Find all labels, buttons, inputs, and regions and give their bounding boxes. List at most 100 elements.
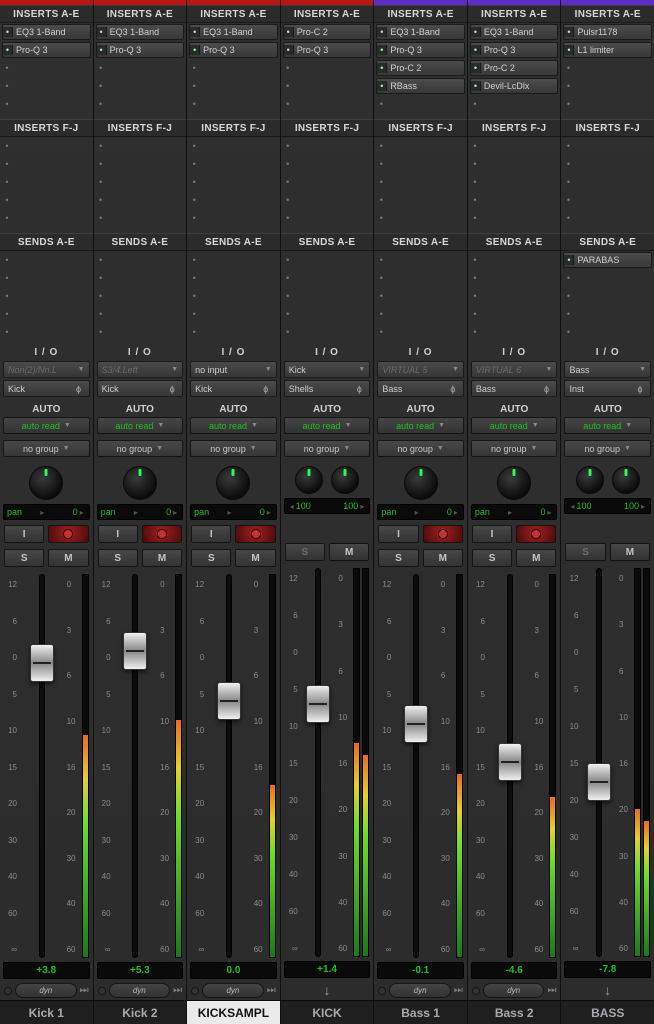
- group-selector[interactable]: no group▼: [471, 440, 558, 457]
- solo-button[interactable]: S: [98, 549, 138, 567]
- insert-slot-filled[interactable]: • Pulsr1178: [563, 24, 652, 40]
- auto-header[interactable]: AUTO: [187, 404, 280, 415]
- insert-slot-empty[interactable]: •: [563, 210, 652, 226]
- insert-slot-empty[interactable]: •: [283, 60, 372, 76]
- pan-display[interactable]: pan ▸ 0 ▸: [471, 504, 558, 520]
- fader-slot[interactable]: [299, 568, 338, 957]
- insert-slot-empty[interactable]: •: [376, 288, 465, 304]
- io-input-selector[interactable]: Bass▼: [564, 361, 651, 378]
- insert-slot-empty[interactable]: •: [470, 210, 559, 226]
- insert-slot-empty[interactable]: •: [96, 78, 185, 94]
- inserts-fj-header[interactable]: INSERTS F-J: [187, 119, 280, 137]
- playlist-icon[interactable]: ⏭: [547, 985, 556, 996]
- insert-slot-empty[interactable]: •: [563, 270, 652, 286]
- io-output-selector[interactable]: Kickϕ: [97, 380, 184, 397]
- inserts-fj-header[interactable]: INSERTS F-J: [561, 119, 654, 137]
- insert-slot-empty[interactable]: •: [96, 270, 185, 286]
- io-input-selector[interactable]: VIRTUAL 6▼: [471, 361, 558, 378]
- inserts-fj-header[interactable]: INSERTS F-J: [0, 119, 93, 137]
- mute-button[interactable]: M: [48, 549, 88, 567]
- auto-header[interactable]: AUTO: [468, 404, 561, 415]
- insert-slot-filled[interactable]: • Pro-Q 3: [2, 42, 91, 58]
- insert-slot-empty[interactable]: •: [563, 156, 652, 172]
- inserts-fj-header[interactable]: INSERTS F-J: [94, 119, 187, 137]
- insert-slot-empty[interactable]: •: [470, 324, 559, 340]
- track-name[interactable]: Kick 1: [0, 1000, 93, 1024]
- insert-slot-empty[interactable]: •: [2, 270, 91, 286]
- group-selector[interactable]: no group▼: [97, 440, 184, 457]
- insert-slot-empty[interactable]: •: [283, 174, 372, 190]
- inserts-ae-header[interactable]: INSERTS A-E: [0, 5, 93, 23]
- insert-slot-filled[interactable]: • Pro-Q 3: [96, 42, 185, 58]
- fader-track[interactable]: [507, 574, 513, 958]
- automation-mode-selector[interactable]: auto read▼: [284, 417, 371, 434]
- sends-ae-header[interactable]: SENDS A-E: [0, 233, 93, 251]
- insert-slot-empty[interactable]: •: [563, 96, 652, 112]
- io-header[interactable]: I / O: [377, 347, 464, 358]
- inserts-fj-header[interactable]: INSERTS F-J: [374, 119, 467, 137]
- phase-icon[interactable]: ϕ: [260, 384, 272, 394]
- mute-button[interactable]: M: [516, 549, 556, 567]
- auto-header[interactable]: AUTO: [374, 404, 467, 415]
- insert-slot-empty[interactable]: •: [283, 138, 372, 154]
- insert-slot-empty[interactable]: •: [2, 210, 91, 226]
- mute-button[interactable]: M: [423, 549, 463, 567]
- insert-slot-filled[interactable]: • Pro-C 2: [470, 60, 559, 76]
- io-input-selector[interactable]: S3/4.Left▼: [97, 361, 184, 378]
- record-arm-button[interactable]: [48, 525, 88, 543]
- insert-slot-empty[interactable]: •: [283, 96, 372, 112]
- record-arm-button[interactable]: [423, 525, 463, 543]
- insert-slot-empty[interactable]: •: [283, 192, 372, 208]
- automation-mode-selector[interactable]: auto read▼: [564, 417, 651, 434]
- phase-icon[interactable]: ϕ: [634, 384, 646, 394]
- sends-ae-header[interactable]: SENDS A-E: [561, 233, 654, 251]
- playlist-icon[interactable]: ⏭: [267, 985, 276, 996]
- phase-icon[interactable]: ϕ: [166, 384, 178, 394]
- insert-slot-empty[interactable]: •: [470, 138, 559, 154]
- io-output-selector[interactable]: Bassϕ: [471, 380, 558, 397]
- solo-button[interactable]: S: [378, 549, 418, 567]
- insert-slot-empty[interactable]: •: [2, 96, 91, 112]
- io-input-selector[interactable]: Kick▼: [284, 361, 371, 378]
- fader-slot[interactable]: [579, 568, 618, 957]
- input-monitor-button[interactable]: I: [472, 525, 512, 543]
- inserts-ae-header[interactable]: INSERTS A-E: [187, 5, 280, 23]
- sends-ae-header[interactable]: SENDS A-E: [468, 233, 561, 251]
- io-output-selector[interactable]: Instϕ: [564, 380, 651, 397]
- phase-icon[interactable]: ϕ: [353, 384, 365, 394]
- insert-slot-empty[interactable]: •: [96, 138, 185, 154]
- insert-slot-empty[interactable]: •: [189, 60, 278, 76]
- io-header[interactable]: I / O: [97, 347, 184, 358]
- io-output-selector[interactable]: Kickϕ: [190, 380, 277, 397]
- insert-slot-empty[interactable]: •: [2, 306, 91, 322]
- insert-slot-empty[interactable]: •: [563, 174, 652, 190]
- insert-slot-empty[interactable]: •: [376, 174, 465, 190]
- pan-left-knob[interactable]: [576, 466, 604, 494]
- insert-slot-empty[interactable]: •: [189, 96, 278, 112]
- group-selector[interactable]: no group▼: [3, 440, 90, 457]
- io-output-selector[interactable]: Kickϕ: [3, 380, 90, 397]
- insert-slot-empty[interactable]: •: [283, 210, 372, 226]
- insert-slot-filled[interactable]: • EQ3 1-Band: [189, 24, 278, 40]
- pan-knob[interactable]: [497, 466, 531, 500]
- solo-button[interactable]: S: [472, 549, 512, 567]
- track-name[interactable]: BASS: [561, 1000, 654, 1024]
- insert-slot-empty[interactable]: •: [470, 288, 559, 304]
- insert-slot-empty[interactable]: •: [376, 252, 465, 268]
- pan-display[interactable]: pan ▸ 0 ▸: [190, 504, 277, 520]
- fader-track[interactable]: [315, 568, 321, 957]
- inserts-ae-header[interactable]: INSERTS A-E: [94, 5, 187, 23]
- insert-slot-empty[interactable]: •: [189, 210, 278, 226]
- auto-header[interactable]: AUTO: [0, 404, 93, 415]
- insert-slot-empty[interactable]: •: [2, 78, 91, 94]
- track-name[interactable]: Bass 1: [374, 1000, 467, 1024]
- io-header[interactable]: I / O: [471, 347, 558, 358]
- insert-slot-empty[interactable]: •: [283, 324, 372, 340]
- pan-left-knob[interactable]: [295, 466, 323, 494]
- group-selector[interactable]: no group▼: [377, 440, 464, 457]
- insert-slot-empty[interactable]: •: [2, 138, 91, 154]
- insert-slot-empty[interactable]: •: [376, 138, 465, 154]
- down-arrow-icon[interactable]: ↓: [565, 982, 650, 998]
- insert-slot-filled[interactable]: • EQ3 1-Band: [470, 24, 559, 40]
- insert-slot-filled[interactable]: • EQ3 1-Band: [96, 24, 185, 40]
